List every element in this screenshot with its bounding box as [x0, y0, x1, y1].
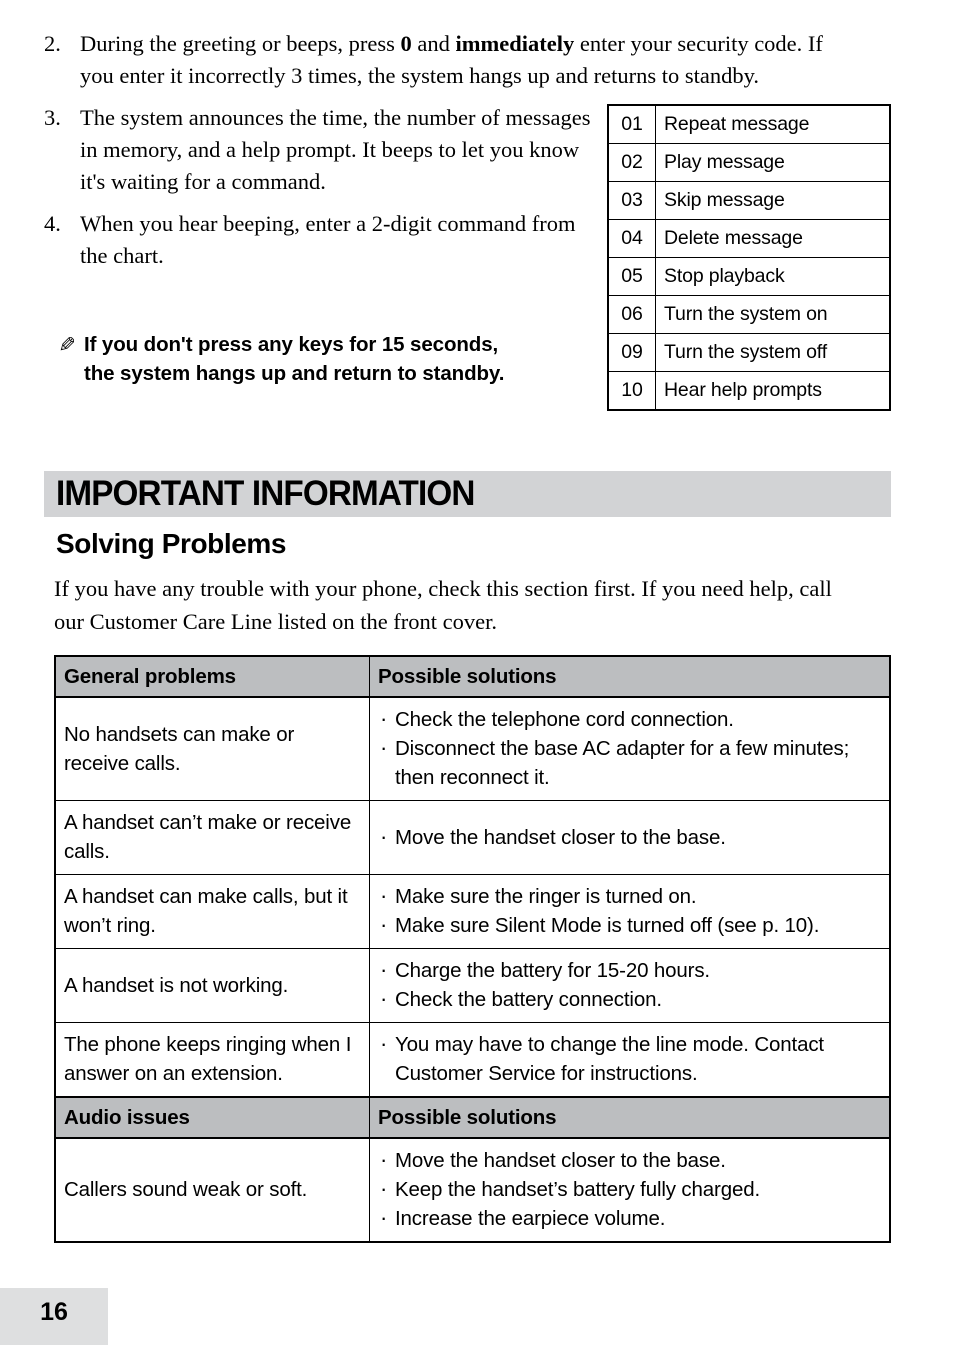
solution-list: You may have to change the line mode. Co… — [378, 1029, 883, 1088]
column-header-possible-solutions: Possible solutions — [369, 655, 891, 698]
step-text: During the greeting or beeps, press 0 an… — [80, 31, 823, 88]
table-row: The phone keeps ringing when I answer on… — [54, 1022, 891, 1098]
note-callout: ✎ If you don't press any keys for 15 sec… — [50, 330, 520, 388]
problem-text: Callers sound weak or soft. — [54, 1137, 370, 1243]
list-item: Move the handset closer to the base. — [378, 1145, 883, 1175]
table-row: 03 Skip message — [607, 181, 891, 220]
table-header-row-audio: Audio issues Possible solutions — [54, 1096, 891, 1139]
command-description: Stop playback — [655, 257, 891, 296]
command-description: Hear help prompts — [655, 371, 891, 411]
pen-note-icon: ✎ — [58, 333, 76, 357]
instruction-step-list: 2. During the greeting or beeps, press 0… — [44, 28, 823, 282]
table-row: No handsets can make or receive calls. C… — [54, 696, 891, 801]
list-item: Disconnect the base AC adapter for a few… — [378, 733, 883, 792]
list-item: Check the telephone cord connection. — [378, 704, 883, 734]
solution-list: Check the telephone cord connection. Dis… — [378, 704, 883, 792]
solution-cell: Make sure the ringer is turned on. Make … — [369, 874, 891, 949]
command-code: 04 — [607, 219, 656, 258]
list-item: Make sure the ringer is turned on. — [378, 881, 883, 911]
step-number: 2. — [44, 31, 61, 56]
table-row: A handset can make calls, but it won’t r… — [54, 874, 891, 949]
table-row: Callers sound weak or soft. Move the han… — [54, 1137, 891, 1243]
problem-text: A handset can make calls, but it won’t r… — [54, 874, 370, 949]
note-text: If you don't press any keys for 15 secon… — [84, 333, 505, 385]
command-code-table: 01 Repeat message 02 Play message 03 Ski… — [607, 104, 891, 411]
command-code: 01 — [607, 104, 656, 144]
solution-list: Make sure the ringer is turned on. Make … — [378, 881, 883, 940]
instruction-step: 2. During the greeting or beeps, press 0… — [44, 28, 834, 92]
problem-text: A handset can’t make or receive calls. — [54, 800, 370, 875]
problem-text: No handsets can make or receive calls. — [54, 696, 370, 801]
solution-list: Charge the battery for 15-20 hours. Chec… — [378, 955, 883, 1014]
solution-cell: Charge the battery for 15-20 hours. Chec… — [369, 948, 891, 1023]
list-item: Move the handset closer to the base. — [378, 822, 883, 852]
solution-cell: You may have to change the line mode. Co… — [369, 1022, 891, 1098]
command-description: Turn the system on — [655, 295, 891, 334]
table-row: 10 Hear help prompts — [607, 371, 891, 411]
table-row: 01 Repeat message — [607, 104, 891, 144]
table-row: 05 Stop playback — [607, 257, 891, 296]
command-description: Play message — [655, 143, 891, 182]
solution-cell: Move the handset closer to the base. Kee… — [369, 1137, 891, 1243]
command-code: 10 — [607, 371, 656, 411]
intro-paragraph: If you have any trouble with your phone,… — [54, 576, 832, 634]
list-item: Keep the handset’s battery fully charged… — [378, 1174, 883, 1204]
table-row: A handset can’t make or receive calls. M… — [54, 800, 891, 875]
command-description: Skip message — [655, 181, 891, 220]
command-code: 06 — [607, 295, 656, 334]
column-header-audio-issues: Audio issues — [54, 1096, 370, 1139]
step-text: The system announces the time, the numbe… — [80, 105, 591, 194]
column-header-general-problems: General problems — [54, 655, 370, 698]
command-description: Turn the system off — [655, 333, 891, 372]
problem-text: The phone keeps ringing when I answer on… — [54, 1022, 370, 1098]
section-title: IMPORTANT INFORMATION — [56, 474, 475, 513]
table-row: 04 Delete message — [607, 219, 891, 258]
page-number: 16 — [40, 1298, 68, 1326]
step-text: When you hear beeping, enter a 2-digit c… — [80, 211, 576, 268]
table-row: 09 Turn the system off — [607, 333, 891, 372]
command-description: Delete message — [655, 219, 891, 258]
troubleshooting-table: General problems Possible solutions No h… — [54, 655, 891, 1243]
command-code: 05 — [607, 257, 656, 296]
solution-list: Move the handset closer to the base. Kee… — [378, 1145, 883, 1233]
list-item: You may have to change the line mode. Co… — [378, 1029, 883, 1088]
step-number: 4. — [44, 211, 61, 236]
list-item: Make sure Silent Mode is turned off (see… — [378, 910, 883, 940]
problem-text: A handset is not working. — [54, 948, 370, 1023]
list-item: Check the battery connection. — [378, 984, 883, 1014]
table-row: 06 Turn the system on — [607, 295, 891, 334]
list-item: Increase the earpiece volume. — [378, 1203, 883, 1233]
list-item: Charge the battery for 15-20 hours. — [378, 955, 883, 985]
command-code: 02 — [607, 143, 656, 182]
table-row: A handset is not working. Charge the bat… — [54, 948, 891, 1023]
table-header-row-general: General problems Possible solutions — [54, 655, 891, 698]
command-code: 09 — [607, 333, 656, 372]
solution-list: Move the handset closer to the base. — [378, 822, 883, 852]
command-description: Repeat message — [655, 104, 891, 144]
solution-cell: Move the handset closer to the base. — [369, 800, 891, 875]
solution-cell: Check the telephone cord connection. Dis… — [369, 696, 891, 801]
command-code: 03 — [607, 181, 656, 220]
instruction-step: 3. The system announces the time, the nu… — [44, 102, 604, 198]
column-header-possible-solutions: Possible solutions — [369, 1096, 891, 1139]
instruction-step: 4. When you hear beeping, enter a 2-digi… — [44, 208, 604, 272]
step-number: 3. — [44, 105, 61, 130]
subsection-title: Solving Problems — [56, 528, 287, 559]
table-row: 02 Play message — [607, 143, 891, 182]
